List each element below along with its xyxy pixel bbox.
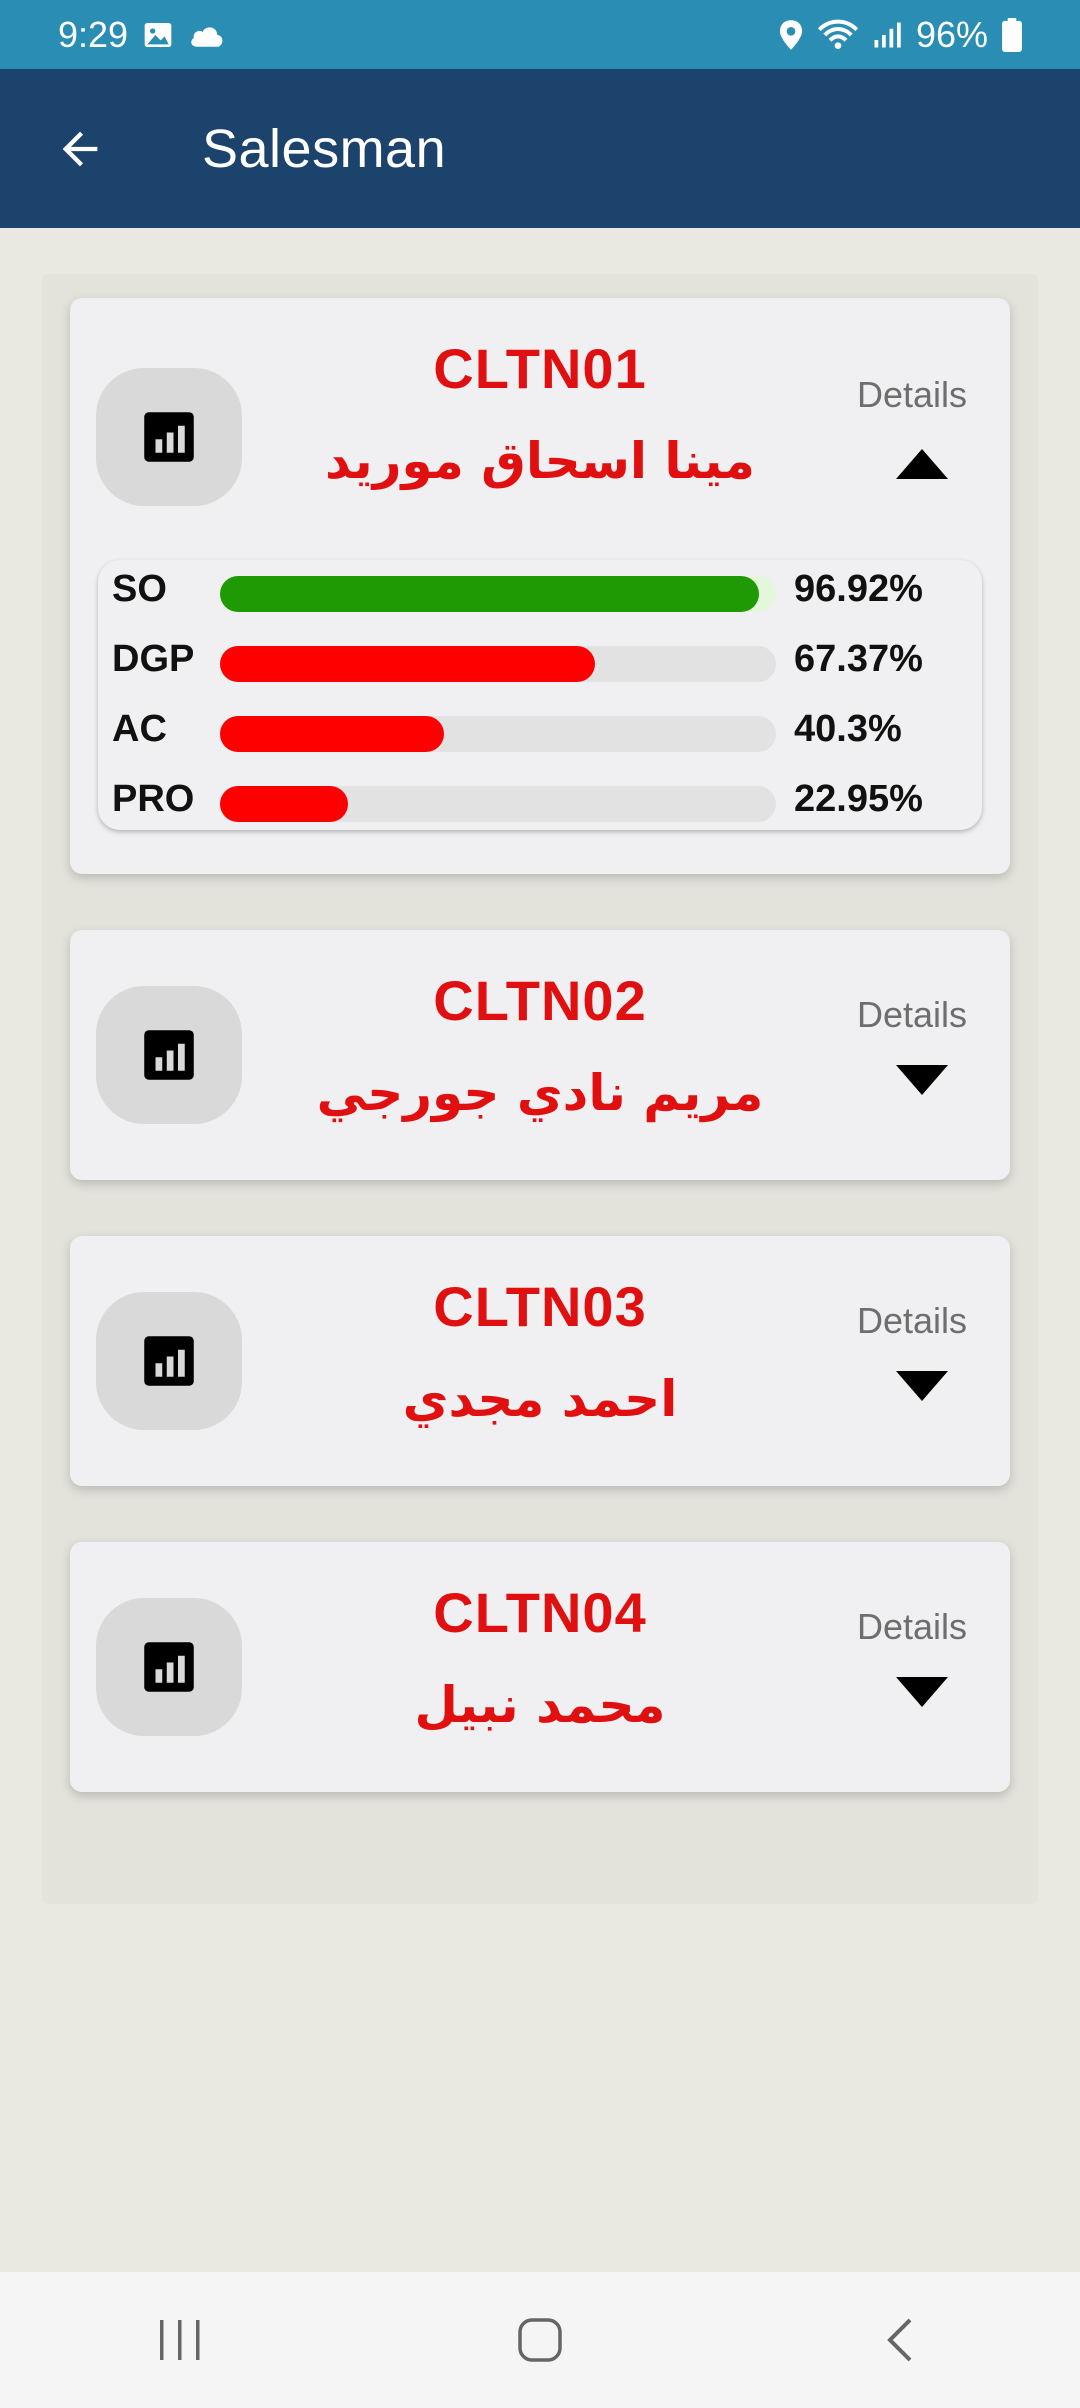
chevron-up-icon — [896, 449, 948, 479]
recent-apps-button[interactable] — [120, 2290, 240, 2390]
home-icon — [518, 2318, 562, 2362]
battery-percent: 96% — [915, 13, 988, 55]
arrow-left-icon — [62, 131, 98, 166]
location-icon — [778, 19, 804, 51]
back-icon — [887, 2318, 912, 2362]
metric-row: SO 96.92% — [98, 560, 982, 620]
salesman-card: CLTN04 محمد نبيل Details — [70, 1542, 1010, 1792]
page-title: Salesman — [202, 118, 447, 179]
system-nav-bar — [0, 2272, 1080, 2408]
metric-label: DGP — [112, 638, 195, 680]
battery-icon — [1002, 17, 1022, 52]
metric-value: 96.92% — [794, 568, 923, 610]
salesman-card: CLTN02 مريم نادي جورجي Details — [70, 930, 1010, 1180]
expand-button[interactable] — [892, 1062, 952, 1098]
progress-track — [220, 716, 776, 752]
details-label: Details — [856, 994, 968, 1035]
wifi-icon — [817, 19, 858, 51]
salesman-name: احمد مجدي — [402, 1370, 678, 1428]
back-button[interactable] — [40, 109, 120, 189]
salesman-card: CLTN03 احمد مجدي Details — [70, 1236, 1010, 1486]
nav-back-button[interactable] — [840, 2290, 960, 2390]
details-label: Details — [856, 1606, 968, 1647]
status-bar: 9:29 96% — [0, 0, 1080, 69]
details-label: Details — [856, 374, 968, 415]
collapse-button[interactable] — [892, 446, 952, 482]
home-button[interactable] — [480, 2290, 600, 2390]
expand-button[interactable] — [892, 1368, 952, 1404]
chevron-down-icon — [896, 1371, 948, 1401]
app-bar: Salesman — [0, 69, 1080, 228]
metric-label: PRO — [112, 778, 195, 820]
metric-row: PRO 22.95% — [98, 770, 982, 830]
metric-label: SO — [112, 568, 167, 610]
salesman-name: محمد نبيل — [414, 1676, 666, 1734]
progress-fill — [220, 576, 759, 612]
status-time: 9:29 — [58, 13, 129, 55]
metrics-panel: SO 96.92% DGP 67.37% AC 40.3% PRO 22.95% — [98, 560, 982, 830]
details-label: Details — [856, 1300, 968, 1341]
salesman-name: مينا اسحاق موريد — [325, 432, 755, 490]
salesman-name: مريم نادي جورجي — [316, 1064, 764, 1122]
recent-apps-icon — [160, 2320, 200, 2360]
expand-button[interactable] — [892, 1674, 952, 1710]
metric-label: AC — [112, 708, 167, 750]
signal-icon — [872, 20, 902, 50]
progress-track — [220, 646, 776, 682]
metric-value: 67.37% — [794, 638, 923, 680]
progress-track — [220, 786, 776, 822]
status-right: 96% — [778, 14, 1022, 56]
metric-value: 22.95% — [794, 778, 923, 820]
metric-value: 40.3% — [794, 708, 902, 750]
image-icon — [142, 19, 174, 51]
chevron-down-icon — [896, 1677, 948, 1707]
progress-fill — [220, 716, 444, 752]
progress-track — [220, 576, 776, 612]
cloud-icon — [188, 21, 226, 49]
chevron-down-icon — [896, 1065, 948, 1095]
status-left: 9:29 — [58, 14, 226, 56]
salesman-card: CLTN01 مينا اسحاق موريد Details SO 96.92… — [70, 298, 1010, 874]
progress-fill — [220, 646, 595, 682]
metric-row: AC 40.3% — [98, 700, 982, 760]
metric-row: DGP 67.37% — [98, 630, 982, 690]
progress-fill — [220, 786, 348, 822]
